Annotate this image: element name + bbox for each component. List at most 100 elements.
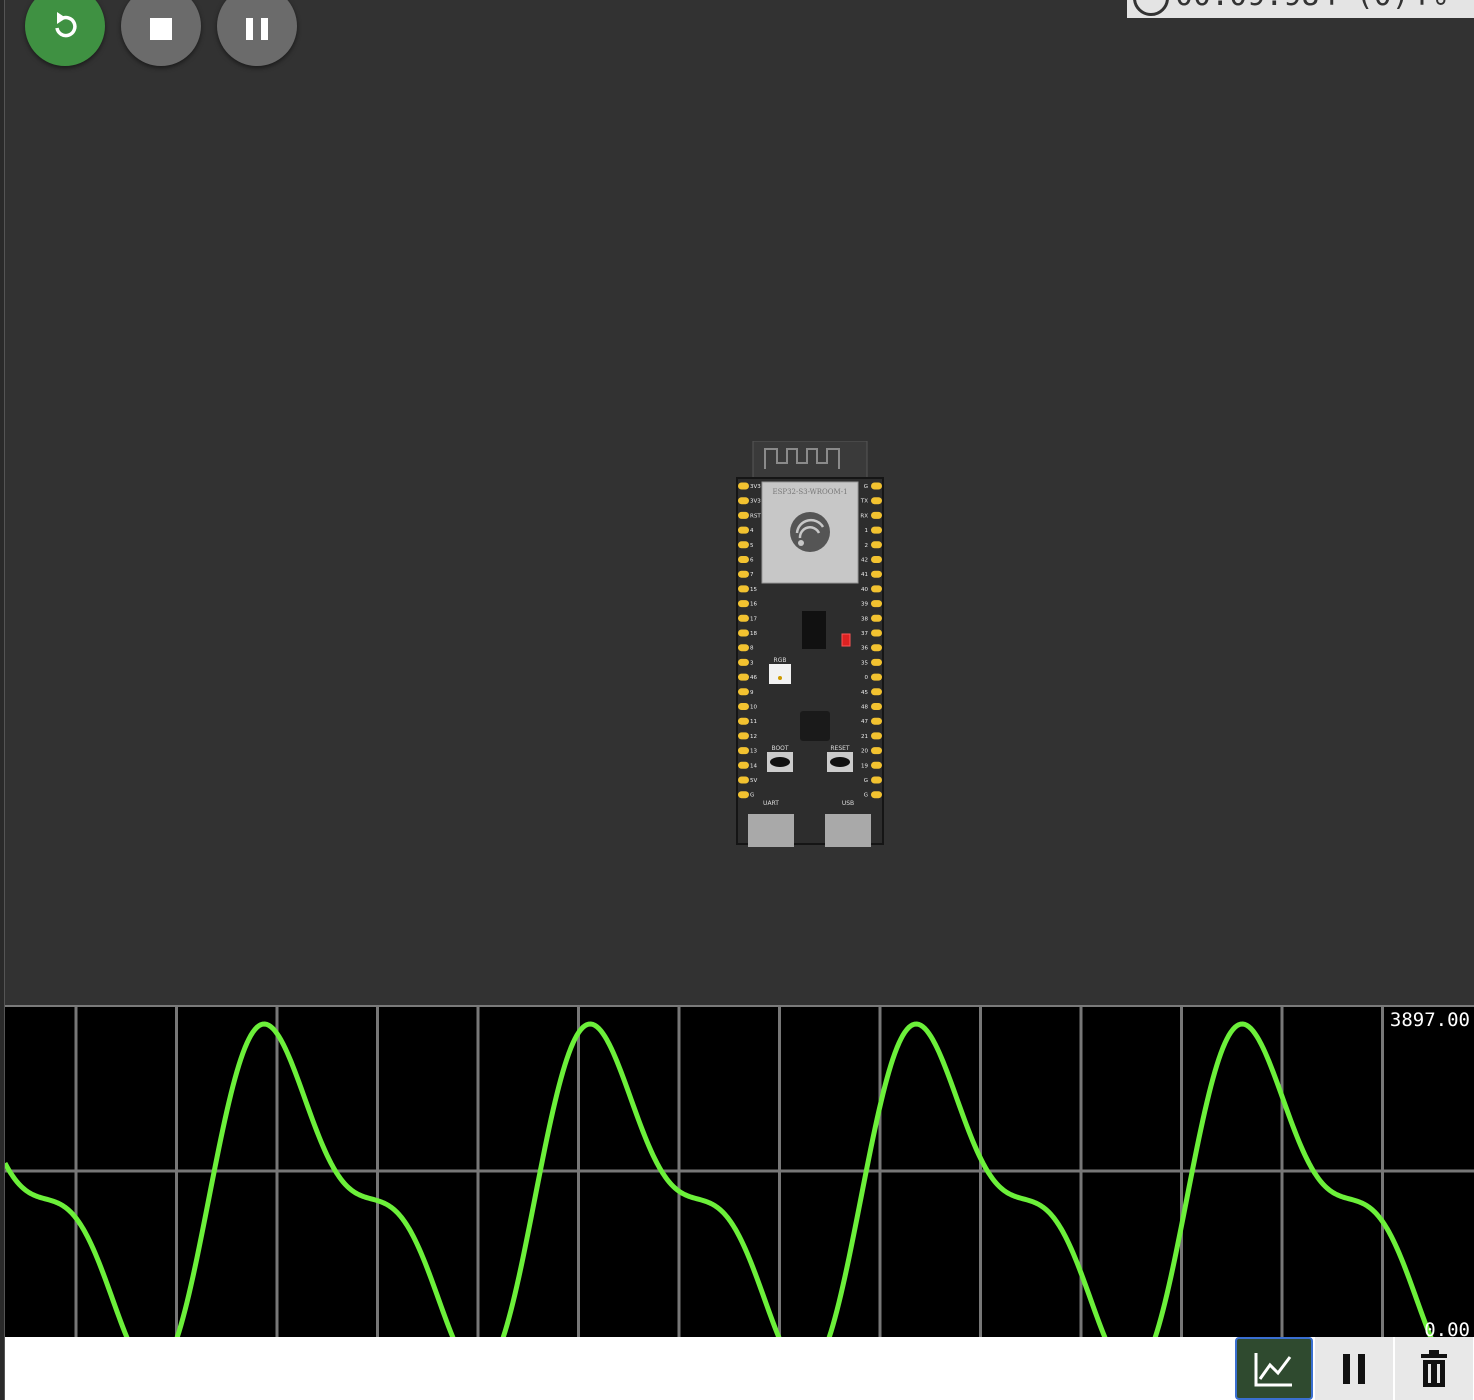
pin-pad	[738, 673, 749, 681]
pause-button[interactable]	[217, 0, 297, 66]
stop-icon	[150, 18, 172, 40]
antenna-area	[752, 441, 868, 480]
restart-icon	[55, 12, 77, 38]
pin-pad	[871, 556, 882, 563]
pin-label: 13	[750, 749, 757, 755]
pin-label: 4	[750, 528, 754, 534]
restart-button[interactable]	[25, 0, 105, 66]
pin-pad	[738, 776, 749, 784]
pin-label: G	[864, 484, 868, 490]
pin-pad	[871, 761, 882, 769]
pin-label: 47	[861, 719, 868, 725]
pin-pad	[871, 614, 882, 622]
pin-pad	[738, 644, 749, 652]
trash-icon	[1421, 1349, 1447, 1387]
esp32-s3-devkit-board[interactable]: ESP32-S3-WROOM-1 RGB BOOT RESET UART USB…	[735, 441, 885, 847]
pin-pad	[871, 600, 882, 608]
pin-pad	[738, 482, 749, 490]
plotter-toggle-button[interactable]	[1235, 1337, 1313, 1400]
boot-label: BOOT	[771, 745, 788, 752]
power-led	[841, 633, 851, 647]
plot-grid	[5, 1007, 1474, 1337]
pin-pad	[738, 629, 749, 637]
pause-icon	[246, 18, 268, 40]
pin-pad	[871, 511, 882, 519]
pin-label: 8	[750, 646, 754, 652]
simulation-timer: 00:09.984 (0)4%	[1127, 0, 1474, 18]
usb-port	[825, 814, 871, 847]
pin-label: 5	[750, 543, 754, 549]
chart-line-icon	[1254, 1352, 1292, 1386]
pin-label: 7	[750, 572, 754, 578]
pin-label: 17	[750, 616, 757, 622]
pin-pad	[871, 585, 882, 593]
clear-serial-button[interactable]	[1395, 1337, 1473, 1400]
pin-pad	[871, 526, 882, 534]
board-graphic: ESP32-S3-WROOM-1 RGB BOOT RESET UART USB…	[736, 441, 884, 847]
pin-label: 37	[861, 631, 868, 637]
pin-label: 41	[861, 572, 868, 578]
pin-label: RST	[750, 513, 761, 519]
pin-label: 20	[861, 749, 868, 755]
pin-label: 0	[865, 675, 869, 681]
pin-label: 46	[750, 675, 757, 681]
pin-pad	[871, 703, 882, 710]
pin-label: RX	[860, 513, 868, 519]
pin-pad	[738, 717, 749, 725]
rgb-led	[769, 664, 791, 684]
pin-label: 14	[750, 763, 757, 769]
pin-label: 3V3	[750, 499, 761, 505]
pin-label: 38	[861, 616, 868, 622]
pin-pad	[738, 658, 749, 666]
serial-input[interactable]	[5, 1337, 1233, 1400]
usb-uart-chip	[802, 611, 826, 649]
y-min-label: 0.00	[1424, 1319, 1470, 1337]
pin-label: 21	[861, 734, 868, 740]
pin-label: 3V3	[750, 484, 761, 490]
pin-pad	[871, 791, 882, 799]
pin-pad	[738, 791, 749, 799]
uart-label: UART	[763, 800, 779, 807]
pin-label: 9	[750, 690, 754, 696]
pin-pad	[738, 761, 749, 769]
pin-pad	[738, 556, 749, 563]
pin-pad	[871, 658, 882, 666]
pin-pad	[871, 629, 882, 637]
serial-monitor-bar	[5, 1337, 1474, 1400]
usb-label: USB	[842, 800, 854, 807]
pin-pad	[871, 570, 882, 578]
pin-label: 48	[861, 705, 868, 711]
pin-pad	[871, 644, 882, 652]
pin-pad	[738, 688, 749, 696]
pause-icon	[1343, 1353, 1365, 1384]
pin-label: 11	[750, 719, 757, 725]
pin-pad	[871, 673, 882, 681]
pin-label: 10	[750, 705, 757, 711]
plot-area	[5, 1007, 1474, 1337]
pin-label: 16	[750, 602, 757, 608]
pin-label: 19	[861, 763, 868, 769]
pin-pad	[871, 747, 882, 755]
espressif-logo-icon	[790, 512, 830, 552]
pin-label: 15	[750, 587, 757, 593]
pin-pad	[738, 614, 749, 622]
serial-plotter[interactable]: 3897.00 0.00	[5, 1005, 1474, 1337]
pin-label: 12	[750, 734, 757, 740]
regulator-chip	[800, 711, 830, 741]
module-label: ESP32-S3-WROOM-1	[772, 488, 847, 496]
pin-label: 18	[750, 631, 757, 637]
clock-icon	[1133, 0, 1169, 16]
pin-label: G	[750, 793, 754, 799]
pause-serial-button[interactable]	[1315, 1337, 1393, 1400]
pin-label: 45	[861, 690, 868, 696]
pin-label: 36	[861, 646, 868, 652]
pin-pad	[738, 585, 749, 593]
pin-label: G	[864, 793, 868, 799]
y-max-label: 3897.00	[1389, 1009, 1470, 1031]
stop-button[interactable]	[121, 0, 201, 66]
pin-pad	[871, 541, 882, 549]
pin-pad	[871, 717, 882, 725]
rgb-label: RGB	[774, 657, 787, 664]
pin-label: TX	[860, 499, 868, 505]
plot-series-line	[5, 1021, 1434, 1337]
